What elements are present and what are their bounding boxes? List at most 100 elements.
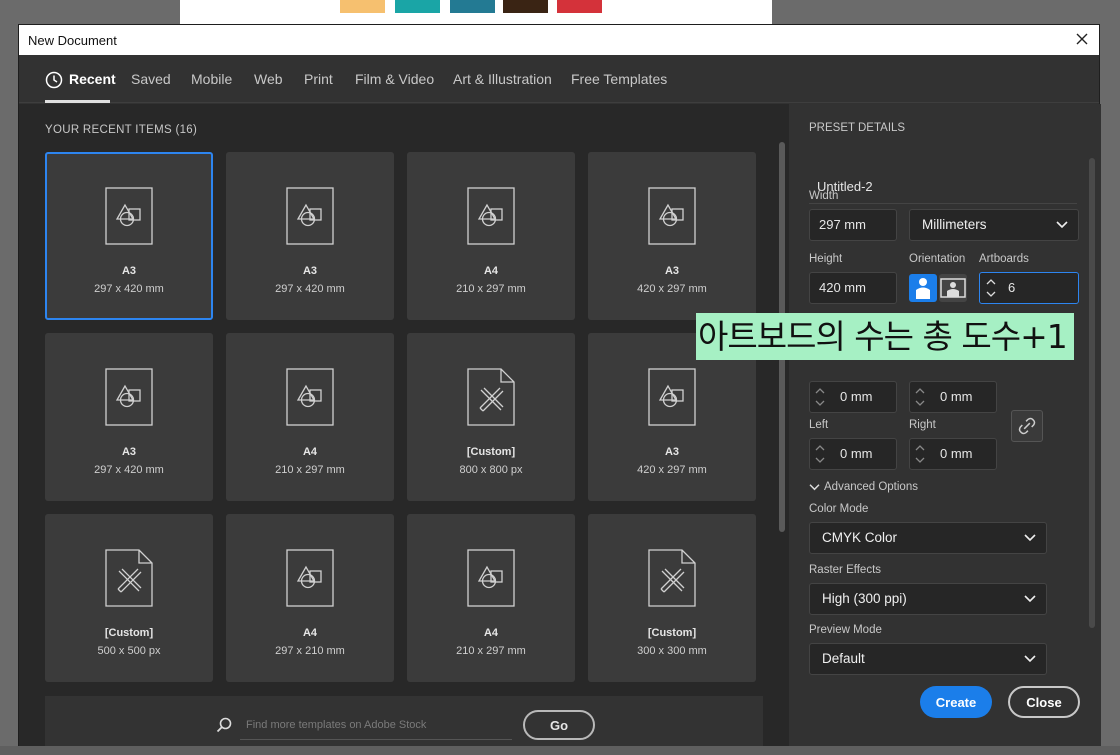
color-mode-label: Color Mode xyxy=(809,503,869,515)
chevron-down-icon xyxy=(1024,595,1036,603)
recent-item-name: A3 xyxy=(302,265,318,277)
recent-items-panel: YOUR RECENT ITEMS (16) A3 297 x 420 mm A3 2… xyxy=(19,104,789,754)
recent-item-card[interactable]: A3 297 x 420 mm xyxy=(45,333,213,501)
recent-item-size: 420 x 297 mm xyxy=(637,283,707,295)
clock-icon xyxy=(45,71,63,89)
recent-item-name: A4 xyxy=(302,627,318,639)
recent-item-card[interactable]: A3 420 x 297 mm xyxy=(588,152,756,320)
recent-item-name: A3 xyxy=(121,265,137,277)
dialog-titlebar: New Document xyxy=(19,25,1099,55)
tab-free-templates[interactable]: Free Templates xyxy=(571,71,667,87)
dialog-title: New Document xyxy=(28,33,117,48)
raster-effects-select[interactable]: High (300 ppi) xyxy=(809,583,1047,615)
active-tab-indicator xyxy=(45,100,110,103)
artboards-label: Artboards xyxy=(979,253,1029,265)
recent-item-name: A3 xyxy=(121,446,137,458)
recent-item-size: 210 x 297 mm xyxy=(456,645,526,657)
tab-mobile[interactable]: Mobile xyxy=(191,71,232,87)
chevron-down-icon xyxy=(1024,534,1036,542)
units-select[interactable]: Millimeters xyxy=(909,209,1079,241)
portrait-orientation-button[interactable] xyxy=(909,274,937,302)
recent-item-name: [Custom] xyxy=(104,627,154,639)
artboards-stepper[interactable] xyxy=(982,273,1000,303)
color-mode-select[interactable]: CMYK Color xyxy=(809,522,1047,554)
document-name-field[interactable]: Untitled-2 xyxy=(809,172,1077,204)
orientation-label: Orientation xyxy=(909,253,966,265)
preset-details-panel: PRESET DETAILS Untitled-2 Width 297 mm M… xyxy=(789,104,1101,747)
create-button[interactable]: Create xyxy=(920,686,992,718)
width-field[interactable]: 297 mm xyxy=(809,209,897,241)
recent-item-card[interactable]: A4 210 x 297 mm xyxy=(407,514,575,682)
recent-item-card[interactable]: [Custom] 300 x 300 mm xyxy=(588,514,756,682)
units-value: Millimeters xyxy=(922,217,987,232)
tab-web[interactable]: Web xyxy=(254,71,283,87)
document-shapes-icon xyxy=(286,368,334,426)
recent-item-size: 210 x 297 mm xyxy=(456,283,526,295)
preview-mode-label: Preview Mode xyxy=(809,624,882,636)
tab-saved[interactable]: Saved xyxy=(131,71,171,87)
background-strip xyxy=(0,746,1120,755)
document-shapes-icon xyxy=(286,187,334,245)
recent-item-size: 500 x 500 px xyxy=(97,645,161,657)
recent-item-card[interactable]: [Custom] 800 x 800 px xyxy=(407,333,575,501)
annotation-caption: 아트보드의 수는 총 도수+1 xyxy=(696,313,1074,360)
new-document-dialog: New Document Recent Saved Mobile Web Pri… xyxy=(18,24,1101,754)
recent-item-name: [Custom] xyxy=(647,627,697,639)
bleed-left-stepper[interactable] xyxy=(811,439,829,469)
color-swatch xyxy=(557,0,602,13)
recent-item-card[interactable]: A4 210 x 297 mm xyxy=(407,152,575,320)
recent-item-name: A3 xyxy=(664,265,680,277)
document-shapes-icon xyxy=(467,187,515,245)
recent-item-card[interactable]: [Custom] 500 x 500 px xyxy=(45,514,213,682)
recent-item-name: A4 xyxy=(302,446,318,458)
recent-item-card[interactable]: A4 210 x 297 mm xyxy=(226,333,394,501)
bleed-top-stepper[interactable] xyxy=(811,382,829,412)
tab-recent[interactable]: Recent xyxy=(69,71,116,87)
recent-item-name: A3 xyxy=(664,446,680,458)
right-label: Right xyxy=(909,419,936,431)
link-icon xyxy=(1018,417,1036,435)
tab-film-video[interactable]: Film & Video xyxy=(355,71,434,87)
recent-item-card[interactable]: A3 297 x 420 mm xyxy=(226,152,394,320)
background-document xyxy=(180,0,772,24)
recent-item-size: 800 x 800 px xyxy=(459,464,523,476)
landscape-icon xyxy=(940,278,966,298)
preview-mode-select[interactable]: Default xyxy=(809,643,1047,675)
landscape-orientation-button[interactable] xyxy=(939,274,967,302)
color-swatch xyxy=(340,0,385,13)
go-button[interactable]: Go xyxy=(523,710,595,740)
width-label: Width xyxy=(809,190,839,202)
bleed-right-stepper[interactable] xyxy=(911,439,929,469)
bleed-bottom-stepper[interactable] xyxy=(911,382,929,412)
close-icon[interactable] xyxy=(1073,30,1091,48)
document-tools-icon xyxy=(467,368,515,426)
recent-item-card[interactable]: A4 297 x 210 mm xyxy=(226,514,394,682)
recent-items-heading: YOUR RECENT ITEMS (16) xyxy=(45,124,198,136)
chevron-down-icon xyxy=(1024,655,1036,663)
document-shapes-icon xyxy=(105,187,153,245)
recent-item-name: A4 xyxy=(483,265,499,277)
color-swatch xyxy=(450,0,495,13)
link-bleed-button[interactable] xyxy=(1011,410,1043,442)
scrollbar[interactable] xyxy=(777,132,787,690)
recent-item-size: 297 x 420 mm xyxy=(94,464,164,476)
recent-item-size: 297 x 420 mm xyxy=(94,283,164,295)
tab-art-illustration[interactable]: Art & Illustration xyxy=(453,71,552,87)
recent-item-name: A4 xyxy=(483,627,499,639)
document-tools-icon xyxy=(105,549,153,607)
left-label: Left xyxy=(809,419,829,431)
height-field[interactable]: 420 mm xyxy=(809,272,897,304)
stock-search-input[interactable] xyxy=(240,710,512,740)
recent-item-card[interactable]: A3 297 x 420 mm xyxy=(45,152,213,320)
chevron-down-icon xyxy=(809,484,820,491)
chevron-down-icon xyxy=(1056,221,1068,229)
recent-item-size: 300 x 300 mm xyxy=(637,645,707,657)
tab-print[interactable]: Print xyxy=(304,71,333,87)
portrait-icon xyxy=(916,278,930,299)
scrollbar[interactable] xyxy=(1087,148,1097,668)
recent-item-size: 210 x 297 mm xyxy=(275,464,345,476)
preset-details-heading: PRESET DETAILS xyxy=(809,122,906,134)
raster-effects-label: Raster Effects xyxy=(809,564,882,576)
close-button[interactable]: Close xyxy=(1008,686,1080,718)
recent-item-name: [Custom] xyxy=(466,446,516,458)
